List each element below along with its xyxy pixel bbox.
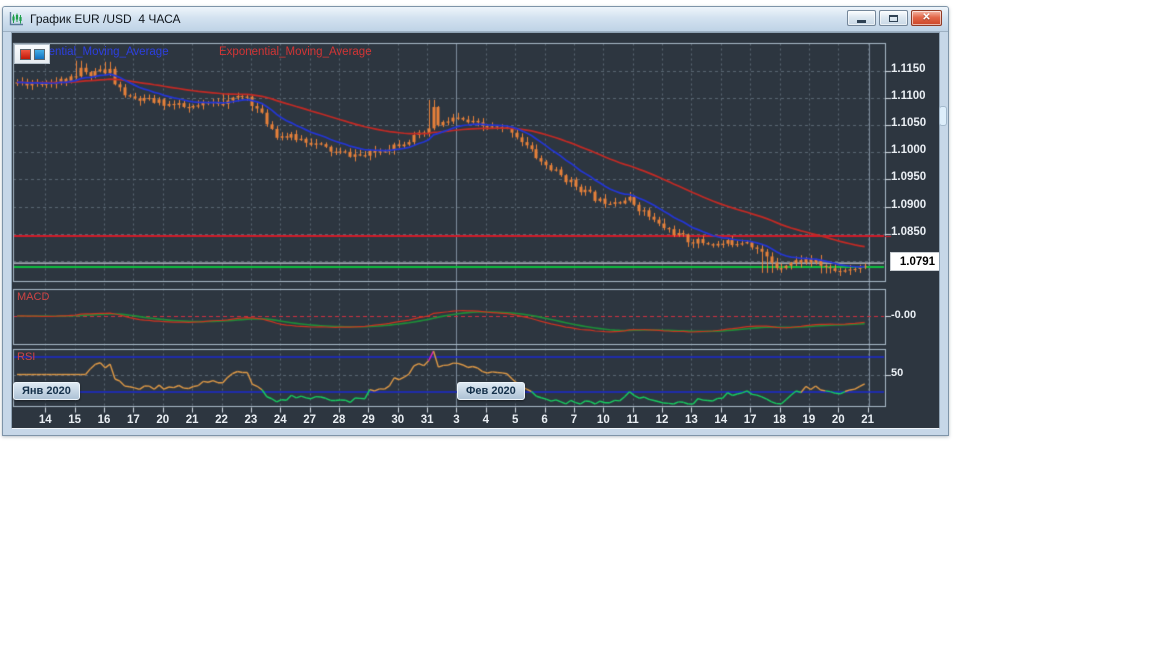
current-price-box: 1.0791 <box>890 252 940 271</box>
time-axis-label: 22 <box>207 414 237 426</box>
time-axis-label: 20 <box>148 414 178 426</box>
time-axis-label: 10 <box>588 414 618 426</box>
time-axis-label: 4 <box>471 414 501 426</box>
time-axis-label: 11 <box>618 414 648 426</box>
price-axis-label: 1.1000 <box>891 144 940 156</box>
time-axis-label: 31 <box>412 414 442 426</box>
legend-swatch-box <box>14 44 50 64</box>
chart-window: График EUR /USD 4 ЧАСА ✕ Exponential_Mov… <box>2 6 949 436</box>
time-axis-label: 7 <box>559 414 589 426</box>
chart-canvas[interactable] <box>12 33 939 428</box>
maximize-button[interactable] <box>879 10 908 26</box>
time-axis-label: 30 <box>383 414 413 426</box>
macd-panel-label: MACD <box>17 291 49 303</box>
window-title: График EUR /USD 4 ЧАСА <box>30 7 181 31</box>
time-axis-label: 6 <box>530 414 560 426</box>
macd-axis-value: -0.00 <box>891 309 916 321</box>
time-axis-label: 24 <box>265 414 295 426</box>
time-axis-label: 17 <box>735 414 765 426</box>
time-axis-label: 16 <box>89 414 119 426</box>
time-axis-label: 28 <box>324 414 354 426</box>
time-axis-label: 23 <box>236 414 266 426</box>
time-axis-label: 3 <box>441 414 471 426</box>
close-icon: ✕ <box>922 13 930 23</box>
time-axis-label: 13 <box>676 414 706 426</box>
red-series-swatch[interactable] <box>20 49 31 60</box>
time-axis-label: 17 <box>118 414 148 426</box>
month-badge-feb: Фев 2020 <box>457 382 525 400</box>
window-controls: ✕ <box>847 10 942 26</box>
rsi-panel-label: RSI <box>17 351 35 363</box>
time-axis-label: 12 <box>647 414 677 426</box>
price-axis-label: 1.0900 <box>891 199 940 211</box>
time-axis-label: 5 <box>500 414 530 426</box>
price-axis-label: 1.0950 <box>891 171 940 183</box>
time-axis-label: 21 <box>177 414 207 426</box>
price-axis-label: 1.1100 <box>891 90 940 102</box>
time-axis-label: 20 <box>823 414 853 426</box>
close-button[interactable]: ✕ <box>911 10 942 26</box>
window-titlebar[interactable]: График EUR /USD 4 ЧАСА ✕ <box>3 7 948 32</box>
rsi-axis-value: 50 <box>891 367 903 379</box>
time-axis-label: 19 <box>794 414 824 426</box>
minimize-button[interactable] <box>847 10 876 26</box>
price-axis-label: 1.1150 <box>891 63 940 75</box>
time-axis-label: 27 <box>295 414 325 426</box>
chart-app-icon <box>8 11 24 27</box>
chart-client-area: Exponential_Moving_Average Exponential_M… <box>11 32 940 429</box>
minimize-icon <box>857 20 866 23</box>
time-axis-label: 14 <box>30 414 60 426</box>
time-axis-label: 14 <box>706 414 736 426</box>
maximize-icon <box>889 15 898 22</box>
blue-series-swatch[interactable] <box>34 49 45 60</box>
price-axis-label: 1.0850 <box>891 226 940 238</box>
month-badge-jan: Янв 2020 <box>13 382 80 400</box>
time-axis-label: 29 <box>353 414 383 426</box>
time-axis-label: 21 <box>853 414 883 426</box>
time-axis-label: 15 <box>60 414 90 426</box>
price-axis-label: 1.1050 <box>891 117 940 129</box>
time-axis-label: 18 <box>765 414 795 426</box>
legend-ema-red: Exponential_Moving_Average <box>219 46 372 58</box>
scrollbar-thumb[interactable] <box>939 106 947 126</box>
